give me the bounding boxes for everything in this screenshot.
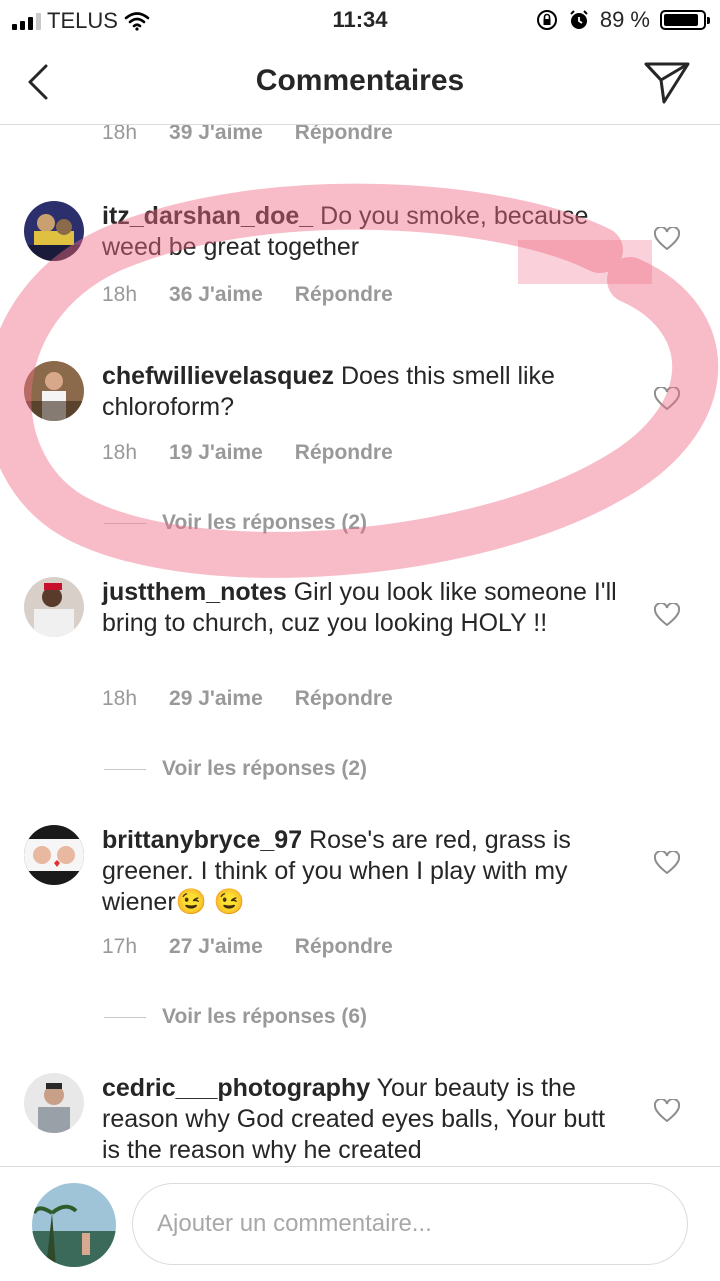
replies-divider [104,522,146,524]
status-right: 89 % [536,7,710,33]
nav-bar: Commentaires [0,40,720,125]
view-replies-label[interactable]: Voir les réponses (2) [162,757,367,781]
heart-outline-icon[interactable] [654,603,680,627]
avatar[interactable] [24,577,84,637]
comment-time: 17h [102,935,138,958]
comment-meta: 18h 39 J'aime Répondre [102,125,393,145]
page-title: Commentaires [255,64,465,97]
heart-outline-icon[interactable] [654,227,680,251]
reply-button[interactable]: Répondre [295,283,393,307]
view-replies-label[interactable]: Voir les réponses (2) [162,511,367,535]
view-replies-label[interactable]: Voir les réponses (6) [162,1005,367,1029]
comment-username[interactable]: chefwillievelasquez [102,362,334,390]
heart-outline-icon[interactable] [654,387,680,411]
like-count[interactable]: 19 J'aime [169,441,263,465]
comment-meta: 18h 19 J'aime Répondre [102,441,393,465]
comment-text: brittanybryce_97 Rose's are red, grass i… [102,825,622,918]
comment-username[interactable]: justthem_notes [102,578,287,606]
view-replies-button[interactable]: Voir les réponses (2) [104,511,367,535]
comment-time: 18h [102,441,138,464]
comment-text: cedric___photography Your beauty is the … [102,1073,622,1165]
battery-percent: 89 % [599,7,650,32]
send-direct-icon[interactable] [642,58,692,106]
avatar[interactable] [24,825,84,885]
avatar[interactable] [24,361,84,421]
reply-button[interactable]: Répondre [295,687,393,711]
view-replies-button[interactable]: Voir les réponses (2) [104,757,367,781]
alarm-icon [570,10,588,29]
like-count[interactable]: 36 J'aime [169,283,263,307]
compose-bar [0,1166,720,1281]
comment-time: 18h [102,125,138,144]
avatar[interactable] [24,1073,84,1133]
comment-text: itz_darshan_doe_ Do you smoke, because w… [102,201,622,263]
like-count[interactable]: 39 J'aime [169,125,263,145]
reply-button[interactable]: Répondre [295,125,393,145]
comment-text: chefwillievelasquez Does this smell like… [102,361,622,423]
comment-text: justthem_notes Girl you look like someon… [102,577,622,639]
comment-username[interactable]: itz_darshan_doe_ [102,202,313,230]
avatar[interactable] [24,201,84,261]
comment-time: 18h [102,283,138,306]
battery-icon [660,10,710,30]
heart-outline-icon[interactable] [654,1099,680,1123]
comment-list[interactable]: 18h 39 J'aime Répondre itz_darshan_doe_ … [0,125,720,1165]
view-replies-button[interactable]: Voir les réponses (6) [104,1005,367,1029]
replies-divider [104,1016,146,1018]
comment-username[interactable]: brittanybryce_97 [102,826,302,854]
avatar[interactable] [32,1183,116,1267]
comment-time: 18h [102,687,138,710]
like-count[interactable]: 27 J'aime [169,935,263,959]
heart-outline-icon[interactable] [654,851,680,875]
comment-input[interactable] [132,1183,688,1265]
comment-username[interactable]: cedric___photography [102,1074,370,1102]
status-bar: TELUS 11:34 89 % [0,0,720,40]
reply-button[interactable]: Répondre [295,935,393,959]
reply-button[interactable]: Répondre [295,441,393,465]
like-count[interactable]: 29 J'aime [169,687,263,711]
comment-meta: 18h 29 J'aime Répondre [102,687,393,711]
replies-divider [104,768,146,770]
rotation-lock-icon [536,10,557,30]
comment-meta: 17h 27 J'aime Répondre [102,935,393,959]
comment-meta: 18h 36 J'aime Répondre [102,283,393,307]
